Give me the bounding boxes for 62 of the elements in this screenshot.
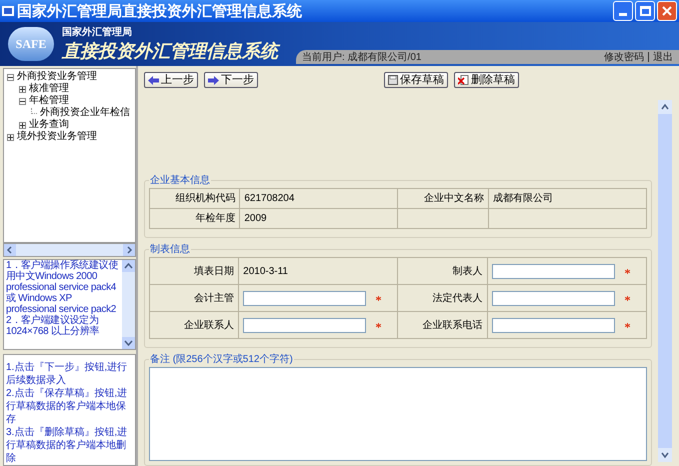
input-field[interactable] <box>243 290 366 306</box>
field-label: 企业联系人 <box>150 312 239 338</box>
system-title: 直接投资外汇管理信息系统 <box>62 39 278 63</box>
toolbar-button[interactable]: 下一步 <box>204 72 258 88</box>
maximize-button[interactable] <box>635 1 655 21</box>
field-value: 621708204 <box>240 188 398 208</box>
field-label: 年检年度 <box>150 208 240 228</box>
tree-item[interactable]: 外商投资业务管理 <box>17 71 97 83</box>
minimize-button[interactable] <box>613 1 633 21</box>
field-label: 组织机构代码 <box>150 188 240 208</box>
scroll-right-icon[interactable] <box>123 244 135 256</box>
right-arrow-icon <box>208 76 219 84</box>
tree-item[interactable]: 业务查询 <box>29 119 69 131</box>
field-value: 2009 <box>240 208 398 228</box>
input-field[interactable] <box>243 318 366 332</box>
section-legend: 企业基本信息 <box>149 173 211 188</box>
window-title: 国家外汇管理局直接投资外汇管理信息系统 <box>17 4 302 18</box>
instruction-text: 2.点击『保存草稿』按钮,进行草稿数据的客户端本地保存 <box>6 387 128 426</box>
remarks-field[interactable] <box>149 367 647 461</box>
toolbar-button[interactable]: 上一步 <box>144 72 198 88</box>
app-icon <box>2 5 14 17</box>
section-legend: 备注 (限256个汉字或512个字符) <box>149 352 294 367</box>
scroll-left-icon[interactable] <box>4 244 16 256</box>
input-field[interactable] <box>492 318 615 332</box>
field-label: 法定代表人 <box>398 284 488 312</box>
tree-item[interactable]: 境外投资业务管理 <box>17 131 97 143</box>
close-button[interactable] <box>657 1 677 21</box>
tree-item[interactable]: 外商投资企业年检信 <box>40 107 130 119</box>
collapse-icon[interactable] <box>19 98 26 104</box>
scroll-down-icon[interactable] <box>122 337 135 349</box>
scroll-up-icon[interactable] <box>658 100 672 114</box>
toolbar-button[interactable]: 保存草稿 <box>384 72 448 88</box>
collapse-icon[interactable] <box>7 74 14 80</box>
logo: SAFE <box>8 27 54 61</box>
section-legend: 制表信息 <box>149 242 191 257</box>
toolbar-button[interactable]: 删除草稿 <box>454 72 519 88</box>
tree-item[interactable]: 年检管理 <box>29 95 69 107</box>
input-field[interactable] <box>492 264 615 278</box>
field-label: 企业联系电话 <box>398 312 488 338</box>
instruction-text: 3.点击『删除草稿』按钮,进行草稿数据的客户端本地删除 <box>6 426 128 465</box>
expand-icon[interactable] <box>7 134 14 140</box>
field-label: 填表日期 <box>150 258 239 284</box>
scroll-up-icon[interactable] <box>122 260 135 272</box>
expand-icon[interactable] <box>19 122 26 128</box>
header-link[interactable]: 退出 <box>653 50 673 64</box>
scroll-down-icon[interactable] <box>658 448 672 462</box>
field-value: 成都有限公司 <box>488 188 646 208</box>
field-label: 制表人 <box>398 258 488 284</box>
tree-item[interactable]: 核准管理 <box>29 83 69 95</box>
header-link[interactable]: 修改密码 <box>604 50 644 64</box>
field-label: 会计主管 <box>150 284 239 312</box>
close-icon <box>662 6 672 16</box>
left-arrow-icon <box>148 76 159 84</box>
instruction-text: 1.点击『下一步』按钮,进行后续数据录入 <box>6 361 128 387</box>
input-field[interactable] <box>492 290 615 306</box>
expand-icon[interactable] <box>19 86 26 92</box>
field-value: 2010-3-11 <box>238 258 398 284</box>
current-user: 当前用户: 成都有限公司/01 <box>302 50 422 64</box>
field-label: 企业中文名称 <box>398 188 488 208</box>
organization-name: 国家外汇管理局 <box>62 27 133 39</box>
delete-page-icon <box>458 75 469 85</box>
notice-text: 2．客户端建议设定为 1024×768 以上分辨率 <box>6 315 100 338</box>
